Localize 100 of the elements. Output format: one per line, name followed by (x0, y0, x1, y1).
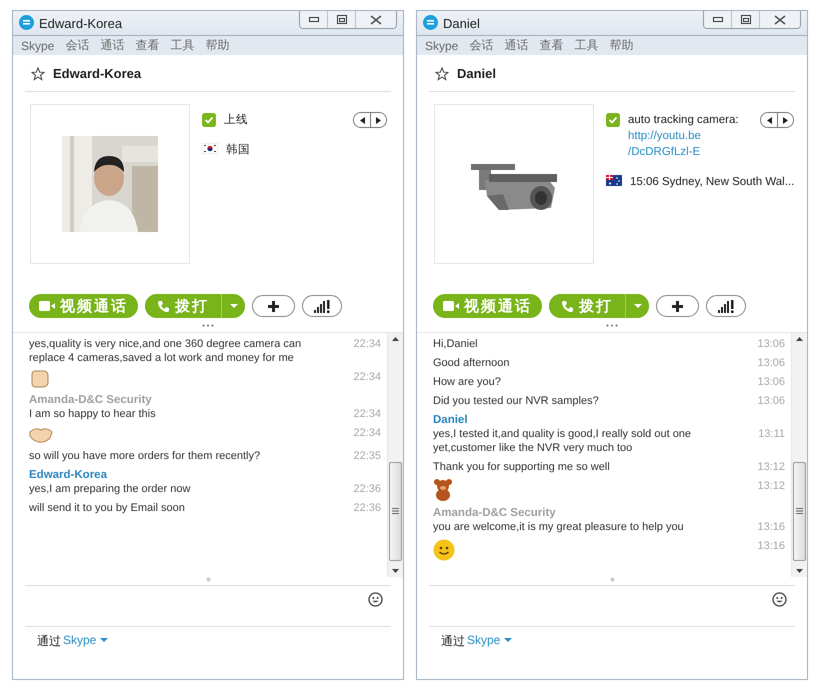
video-call-button[interactable]: 视频通话 (29, 294, 138, 318)
menu-item[interactable]: 会话 (469, 37, 494, 54)
message-text: you are welcome,it is my great pleasure to help you (433, 520, 685, 534)
drag-handle-icon[interactable] (606, 324, 618, 327)
next-button[interactable] (777, 113, 794, 127)
online-status-icon (606, 113, 620, 127)
caret-icon (634, 304, 642, 308)
video-link[interactable]: /DcDRGfLzl-E (628, 144, 700, 160)
right-arrow-icon (783, 117, 788, 124)
grip-lines-icon (796, 508, 803, 514)
left-arrow-icon (766, 117, 772, 124)
message-time: 13:12 (757, 460, 785, 474)
message-text: How are you? (433, 375, 502, 389)
scrollbar-thumb[interactable] (793, 462, 806, 561)
message-text: Hi,Daniel (433, 337, 479, 351)
sender-name: Amanda-D&C Security (433, 506, 556, 520)
caret-icon (230, 304, 238, 308)
skype-dropdown[interactable]: Skype (63, 633, 108, 647)
sender-name: Amanda-D&C Security (29, 393, 152, 407)
smiley-icon (368, 592, 383, 607)
left-arrow-icon (360, 117, 364, 124)
resize-dot-icon[interactable] (206, 577, 210, 582)
message-text: yes,quality is very nice,and one 360 degree camera can replace 4 cameras,saved a lot work and money for me (29, 337, 302, 365)
message-time: 13:12 (757, 479, 785, 494)
star-icon[interactable] (31, 66, 45, 80)
minimize-button[interactable] (300, 11, 328, 28)
maximize-button[interactable] (732, 11, 760, 28)
location-text: 韩国 (226, 142, 251, 158)
maximize-icon (740, 15, 750, 24)
message-time: 13:16 (757, 539, 785, 554)
right-arrow-icon (376, 117, 381, 124)
menu-item[interactable]: 帮助 (205, 37, 230, 54)
drag-handle-icon[interactable] (202, 324, 214, 327)
menu-item[interactable]: Skype (425, 38, 458, 52)
menu-item[interactable]: Skype (21, 38, 54, 52)
next-button[interactable] (370, 113, 386, 127)
menu-item[interactable]: 通话 (100, 37, 124, 54)
resize-dot-icon[interactable] (610, 577, 614, 582)
message-time: 22:34 (353, 426, 381, 441)
message-text: will send it to you by Email soon (29, 501, 186, 515)
plus-icon (267, 300, 280, 312)
message-text: yes,I tested it,and quality is good,I really sold out one yet,customer like the NVR very much too (433, 427, 692, 455)
message-time: 13:06 (757, 356, 785, 370)
menu-item[interactable]: 工具 (170, 37, 194, 54)
menu-item[interactable]: 通话 (504, 37, 528, 54)
star-icon[interactable] (435, 66, 449, 80)
sender-name: Edward-Korea (29, 468, 107, 482)
call-quality-button[interactable] (302, 295, 342, 317)
skype-dropdown[interactable]: Skype (467, 633, 512, 647)
signal-bars-icon (717, 300, 735, 312)
caret-icon (100, 638, 108, 642)
menu-item[interactable]: 查看 (539, 37, 564, 54)
message-time: 22:36 (353, 482, 381, 496)
message-time: 13:06 (757, 375, 785, 389)
scrollbar[interactable] (791, 333, 807, 577)
flag-icon (202, 143, 218, 154)
message-time: 22:35 (353, 449, 381, 463)
footer-label: 通过 (37, 633, 61, 650)
mood-message: 上线 (224, 112, 249, 128)
chat-bubble-icon (19, 15, 34, 30)
close-icon (370, 14, 382, 24)
sender-name: Daniel (433, 413, 468, 427)
window-title: Daniel (443, 16, 481, 31)
scrollbar[interactable] (387, 333, 403, 577)
up-arrow-icon (796, 337, 803, 341)
grip-lines-icon (392, 508, 399, 514)
location-text: 15:06 Sydney, New South Wal... (630, 175, 794, 190)
mood-message: auto tracking camera: (628, 113, 740, 128)
footer-label: 通过 (441, 633, 465, 650)
caret-icon (504, 638, 512, 642)
maximize-button[interactable] (328, 11, 356, 28)
video-call-button[interactable]: 视频通话 (433, 294, 542, 318)
down-arrow-icon (796, 569, 803, 573)
window-title: Edward-Korea (39, 16, 124, 31)
message-time: 22:34 (353, 407, 381, 421)
up-arrow-icon (392, 337, 399, 341)
plus-icon (671, 300, 684, 312)
add-button[interactable] (656, 295, 699, 317)
video-link[interactable]: http://youtu.be (628, 128, 701, 144)
teddy-bear-icon (433, 479, 453, 501)
contact-name: Daniel (457, 66, 496, 81)
menu-item[interactable]: 工具 (574, 37, 598, 54)
phone-icon (561, 300, 574, 312)
message-time: 22:34 (353, 337, 381, 352)
video-camera-icon (39, 301, 55, 311)
message-text: Good afternoon (433, 356, 510, 370)
message-time: 22:34 (353, 370, 381, 385)
menu-item[interactable]: 查看 (135, 37, 160, 54)
call-quality-button[interactable] (706, 295, 746, 317)
message-text: Thank you for supporting me so well (433, 460, 611, 474)
menu-item[interactable]: 会话 (65, 37, 90, 54)
message-time: 13:16 (757, 520, 785, 534)
maximize-icon (336, 15, 346, 24)
phone-icon (157, 300, 170, 312)
smiley-icon (772, 592, 787, 607)
add-button[interactable] (252, 295, 295, 317)
menu-item[interactable]: 帮助 (609, 37, 634, 54)
scrollbar-thumb[interactable] (389, 462, 402, 561)
message-time: 13:06 (757, 394, 785, 408)
minimize-button[interactable] (704, 11, 732, 28)
